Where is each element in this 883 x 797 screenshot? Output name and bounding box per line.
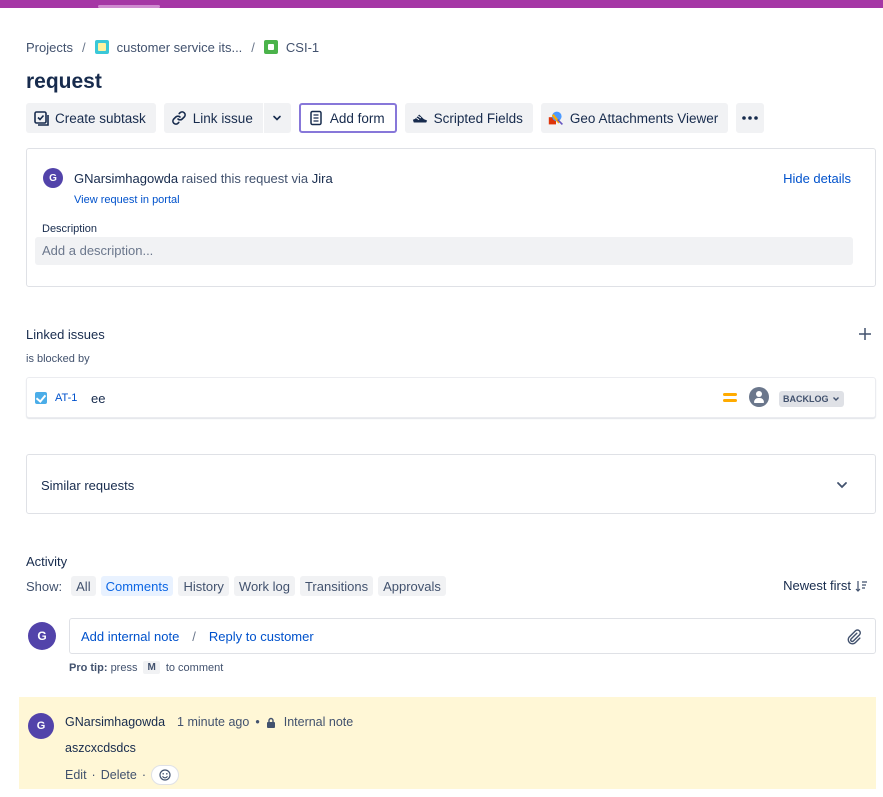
sort-order-button[interactable]: Newest first: [783, 578, 867, 593]
attachment-icon[interactable]: [845, 628, 862, 645]
unassigned-avatar-icon[interactable]: [749, 387, 769, 407]
comment-visibility: Internal note: [283, 715, 354, 729]
filter-all[interactable]: All: [71, 576, 96, 596]
issue-toolbar: Create subtask Link issue Add form Scrip…: [26, 103, 772, 133]
breadcrumb-project[interactable]: customer service its...: [94, 39, 243, 55]
breadcrumb-issue-label: CSI-1: [285, 39, 320, 55]
comment-timestamp[interactable]: 1 minute ago: [177, 715, 249, 729]
delete-comment-button[interactable]: Delete: [101, 768, 137, 782]
chevron-down-icon[interactable]: [834, 477, 850, 493]
avatar[interactable]: G: [43, 168, 63, 188]
geo-attachments-icon: [548, 110, 564, 126]
comment-composer[interactable]: Add internal note / Reply to customer: [69, 618, 876, 654]
scripted-fields-button[interactable]: Scripted Fields: [404, 103, 533, 133]
top-navigation-bar: [0, 0, 883, 8]
more-actions-button[interactable]: [736, 103, 765, 133]
link-relation-label: is blocked by: [26, 353, 90, 365]
filter-history[interactable]: History: [178, 576, 229, 596]
more-icon: [742, 116, 759, 120]
comment-body: aszcxcdsdcs: [65, 741, 136, 755]
header-dot: •: [255, 715, 260, 729]
internal-note-comment: G GNarsimhagowda 1 minute ago • Internal…: [19, 697, 876, 789]
reply-to-customer-button[interactable]: Reply to customer: [209, 629, 314, 644]
request-channel: Jira: [311, 171, 333, 186]
breadcrumb-project-label: customer service its...: [116, 39, 243, 55]
comment-author[interactable]: GNarsimhagowda: [65, 715, 165, 729]
composer-separator: /: [192, 628, 196, 644]
filter-work-log[interactable]: Work log: [233, 576, 295, 596]
project-avatar-icon: [94, 40, 109, 54]
chevron-down-icon: [832, 397, 839, 401]
scriptrunner-icon: [412, 110, 428, 126]
task-type-icon: [35, 392, 47, 404]
pro-tip: Pro tip: press M to comment: [69, 661, 223, 674]
action-separator: ·: [91, 768, 96, 782]
description-field[interactable]: Add a description...: [35, 237, 853, 265]
sort-descending-icon: [855, 580, 867, 592]
geo-attachments-label: Geo Attachments Viewer: [569, 110, 719, 126]
add-internal-note-button[interactable]: Add internal note: [81, 629, 179, 644]
filter-comments[interactable]: Comments: [100, 576, 174, 596]
priority-medium-icon: [723, 391, 737, 403]
emoji-icon: [159, 769, 171, 781]
filter-transitions[interactable]: Transitions: [299, 576, 374, 596]
view-in-portal-link[interactable]: View request in portal: [74, 194, 180, 206]
avatar[interactable]: G: [28, 713, 54, 739]
hide-details-link[interactable]: Hide details: [783, 171, 851, 186]
filter-approvals[interactable]: Approvals: [378, 576, 446, 596]
similar-requests-heading: Similar requests: [41, 478, 135, 493]
breadcrumb-projects[interactable]: Projects: [26, 40, 73, 55]
activity-filter-bar: Show: All Comments History Work log Tran…: [26, 576, 451, 596]
pro-tip-label: Pro tip:: [69, 661, 108, 674]
chevron-down-icon: [273, 115, 282, 121]
scripted-fields-label: Scripted Fields: [433, 110, 523, 126]
breadcrumb: Projects / customer service its... / CSI…: [26, 38, 319, 56]
edit-comment-button[interactable]: Edit: [65, 768, 87, 782]
add-form-button[interactable]: Add form: [298, 103, 397, 133]
similar-requests-panel[interactable]: Similar requests: [26, 454, 876, 514]
link-icon: [171, 110, 187, 126]
linked-issues-heading: Linked issues: [26, 327, 105, 342]
reporter-name[interactable]: GNarsimhagowda: [74, 171, 178, 186]
add-reaction-button[interactable]: [151, 765, 180, 785]
action-separator: ·: [141, 768, 147, 782]
breadcrumb-issue[interactable]: CSI-1: [263, 39, 320, 55]
issue-title[interactable]: request: [26, 70, 102, 94]
request-details-card: G GNarsimhagowda raised this request via…: [26, 148, 876, 287]
issue-type-icon: [263, 40, 278, 54]
subtask-icon: [33, 110, 49, 126]
keyboard-shortcut-key: M: [143, 661, 160, 674]
create-subtask-label: Create subtask: [55, 110, 146, 126]
raised-text: raised this request via: [181, 171, 309, 186]
comment-actions: Edit · Delete ·: [65, 765, 180, 785]
request-origin-line: GNarsimhagowda raised this request via J…: [74, 171, 333, 186]
status-label: BACKLOG: [783, 394, 829, 404]
link-issue-dropdown-button[interactable]: [262, 103, 291, 133]
description-label: Description: [42, 223, 98, 235]
linked-issue-summary[interactable]: ee: [91, 391, 105, 406]
breadcrumb-separator: /: [81, 39, 86, 55]
link-issue-split-button: Link issue: [163, 103, 291, 133]
link-issue-label: Link issue: [192, 110, 253, 126]
pro-tip-rest: to comment: [165, 661, 224, 674]
linked-issue-row[interactable]: AT-1 ee BACKLOG: [26, 377, 876, 418]
linked-issue-key[interactable]: AT-1: [55, 392, 77, 404]
form-icon: [308, 110, 324, 126]
add-form-label: Add form: [329, 110, 385, 126]
lock-icon: [266, 717, 275, 728]
avatar: G: [28, 622, 56, 650]
create-subtask-button[interactable]: Create subtask: [26, 103, 156, 133]
sort-order-label: Newest first: [783, 578, 851, 593]
pro-tip-press: press: [110, 661, 138, 674]
top-bar-tab-indicator: [98, 5, 160, 8]
activity-heading: Activity: [26, 554, 68, 569]
show-label: Show:: [26, 578, 63, 594]
link-issue-button[interactable]: Link issue: [163, 103, 263, 133]
add-linked-issue-icon[interactable]: [857, 326, 873, 342]
breadcrumb-separator: /: [251, 39, 255, 55]
comment-header: GNarsimhagowda 1 minute ago • Internal n…: [65, 715, 353, 729]
geo-attachments-viewer-button[interactable]: Geo Attachments Viewer: [540, 103, 729, 133]
status-dropdown[interactable]: BACKLOG: [779, 391, 844, 407]
